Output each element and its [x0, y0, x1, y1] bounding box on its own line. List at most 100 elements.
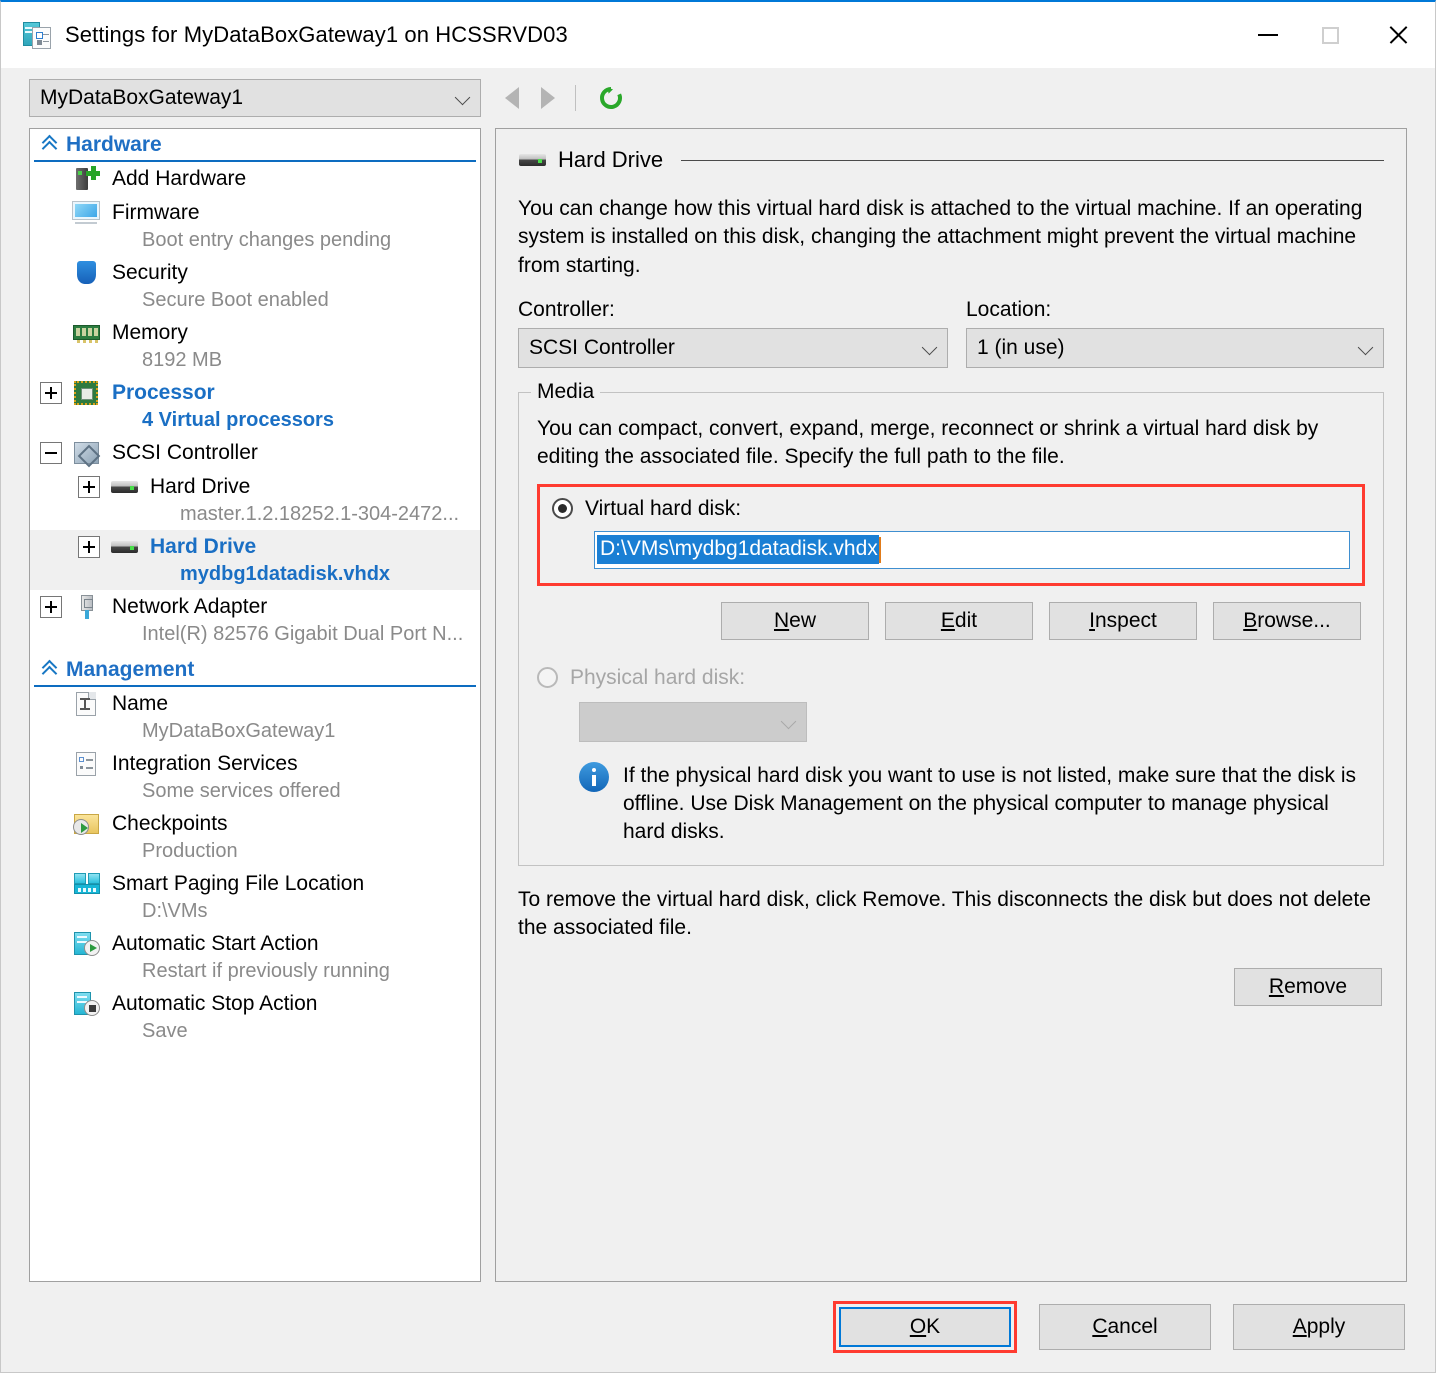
nav-arrows — [505, 87, 555, 109]
tree-item-label: Smart Paging File Location — [112, 872, 365, 895]
new-button[interactable]: New — [721, 601, 869, 640]
tree-item-sublabel: master.1.2.18252.1-304-2472... — [180, 503, 460, 525]
toolbar-separator — [575, 85, 576, 111]
tree-group-label: Hardware — [66, 132, 162, 156]
location-value: 1 (in use) — [977, 336, 1065, 360]
minimize-button[interactable] — [1237, 2, 1299, 68]
name-document-icon — [72, 691, 102, 717]
settings-window: Settings for MyDataBoxGateway1 on HCSSRV… — [0, 0, 1436, 1373]
expander-plus-icon[interactable] — [40, 596, 62, 618]
remove-button[interactable]: Remove — [1234, 968, 1382, 1007]
browse-button[interactable]: Browse... — [1213, 601, 1361, 640]
expander-plus-icon[interactable] — [78, 536, 100, 558]
physical-hard-disk-radio[interactable] — [537, 667, 558, 689]
tree-item-label: Processor — [112, 381, 215, 404]
tree-item-label: Add Hardware — [112, 167, 247, 190]
virtual-hard-disk-highlight: Virtual hard disk: D:\VMs\mydbg1datadisk… — [537, 483, 1365, 586]
tree-item-add-hardware[interactable]: Add Hardware — [30, 162, 480, 196]
tree-item-firmware[interactable]: Firmware Boot entry changes pending — [30, 196, 480, 256]
physical-disk-info-text: If the physical hard disk you want to us… — [623, 763, 1357, 844]
tree-item-sublabel: Boot entry changes pending — [142, 229, 392, 251]
tree-item-sublabel: Secure Boot enabled — [142, 289, 329, 311]
virtual-hard-disk-radio-row[interactable]: Virtual hard disk: — [552, 497, 1350, 521]
maximize-button[interactable] — [1299, 2, 1361, 68]
tree-item-sublabel: Production — [142, 840, 238, 862]
cancel-button[interactable]: Cancel — [1039, 1304, 1211, 1350]
processor-icon — [72, 380, 102, 406]
refresh-icon[interactable] — [598, 85, 624, 111]
tree-item-hard-drive-datadisk[interactable]: Hard Drive mydbg1datadisk.vhdx — [30, 530, 480, 590]
tree-item-sublabel: mydbg1datadisk.vhdx — [180, 563, 391, 585]
close-button[interactable] — [1361, 2, 1435, 68]
tree-item-label: Hard Drive — [150, 535, 257, 558]
tree-item-processor[interactable]: Processor 4 Virtual processors — [30, 376, 480, 436]
controller-value: SCSI Controller — [529, 336, 675, 360]
remove-button-row: Remove — [518, 968, 1384, 1007]
chevron-up-icon — [40, 135, 62, 155]
tree-item-sublabel: Some services offered — [142, 780, 341, 802]
tree-item-label: Memory — [112, 321, 188, 344]
tree-item-sublabel: D:\VMs — [142, 900, 208, 922]
expander-plus-icon[interactable] — [78, 476, 100, 498]
edit-button[interactable]: Edit — [885, 601, 1033, 640]
checkpoints-icon — [72, 811, 102, 837]
tree-item-integration-services[interactable]: Integration Services Some services offer… — [30, 747, 480, 807]
location-field: Location: 1 (in use) — [966, 298, 1384, 369]
chevron-down-icon — [782, 715, 796, 729]
smart-paging-icon — [72, 871, 102, 897]
detail-description: You can change how this virtual hard dis… — [518, 197, 1363, 277]
ok-button[interactable]: OK — [839, 1307, 1011, 1347]
security-shield-icon — [72, 260, 102, 286]
scsi-controller-icon — [72, 440, 102, 466]
controller-dropdown[interactable]: SCSI Controller — [518, 328, 948, 369]
tree-group-management[interactable]: Management — [34, 654, 476, 687]
minimize-icon — [1258, 34, 1278, 36]
inspect-button[interactable]: Inspect — [1049, 601, 1197, 640]
hard-drive-icon — [110, 474, 140, 500]
tree-item-automatic-stop-action[interactable]: Automatic Stop Action Save — [30, 987, 480, 1047]
physical-hard-disk-dropdown[interactable] — [579, 701, 807, 742]
expander-plus-icon[interactable] — [40, 382, 62, 404]
toolbar: MyDataBoxGateway1 — [1, 68, 1435, 128]
window-title: Settings for MyDataBoxGateway1 on HCSSRV… — [65, 22, 568, 47]
hard-drive-icon — [518, 147, 546, 173]
tree-item-label: Automatic Stop Action — [112, 992, 318, 1015]
add-hardware-icon — [72, 166, 102, 192]
disk-action-buttons: New Edit Inspect Browse... — [537, 601, 1365, 640]
integration-services-icon — [72, 751, 102, 777]
settings-tree[interactable]: Hardware Add Hardware Firmware Boot entr… — [29, 128, 481, 1282]
tree-item-checkpoints[interactable]: Checkpoints Production — [30, 807, 480, 867]
virtual-hard-disk-radio[interactable] — [552, 498, 573, 520]
back-arrow-icon[interactable] — [505, 87, 519, 109]
physical-hard-disk-radio-row[interactable]: Physical hard disk: — [537, 666, 1365, 690]
tree-item-sublabel: 8192 MB — [142, 349, 223, 371]
tree-group-hardware[interactable]: Hardware — [34, 129, 476, 162]
controller-location-row: Controller: SCSI Controller Location: 1 … — [518, 298, 1384, 369]
tree-item-memory[interactable]: Memory 8192 MB — [30, 316, 480, 376]
tree-item-network-adapter[interactable]: Network Adapter Intel(R) 82576 Gigabit D… — [30, 590, 480, 650]
virtual-hard-disk-path-input[interactable]: D:\VMs\mydbg1datadisk.vhdx — [594, 530, 1350, 569]
location-dropdown[interactable]: 1 (in use) — [966, 328, 1384, 369]
tree-item-scsi-controller[interactable]: SCSI Controller — [30, 436, 480, 470]
tree-item-name[interactable]: Name MyDataBoxGateway1 — [30, 687, 480, 747]
forward-arrow-icon[interactable] — [541, 87, 555, 109]
tree-item-automatic-start-action[interactable]: Automatic Start Action Restart if previo… — [30, 927, 480, 987]
physical-disk-info: If the physical hard disk you want to us… — [579, 761, 1365, 847]
dialog-footer: OK Cancel Apply — [1, 1282, 1435, 1372]
expander-minus-icon[interactable] — [40, 442, 62, 464]
virtual-hard-disk-path-value: D:\VMs\mydbg1datadisk.vhdx — [597, 535, 879, 565]
tree-item-security[interactable]: Security Secure Boot enabled — [30, 256, 480, 316]
virtual-hard-disk-label: Virtual hard disk: — [585, 496, 742, 520]
media-help-text: You can compact, convert, expand, merge,… — [537, 417, 1319, 469]
automatic-stop-icon — [72, 991, 102, 1017]
tree-item-smart-paging[interactable]: Smart Paging File Location D:\VMs — [30, 867, 480, 927]
chevron-up-icon — [40, 660, 62, 680]
vm-select-value: MyDataBoxGateway1 — [40, 86, 244, 109]
apply-button[interactable]: Apply — [1233, 1304, 1405, 1350]
vm-select-dropdown[interactable]: MyDataBoxGateway1 — [29, 79, 481, 117]
firmware-icon — [72, 200, 102, 226]
tree-item-sublabel: Restart if previously running — [142, 960, 390, 982]
physical-hard-disk-row: Physical hard disk: — [537, 666, 1365, 742]
section-title: Hard Drive — [558, 147, 664, 172]
tree-item-hard-drive-master[interactable]: Hard Drive master.1.2.18252.1-304-2472..… — [30, 470, 480, 530]
